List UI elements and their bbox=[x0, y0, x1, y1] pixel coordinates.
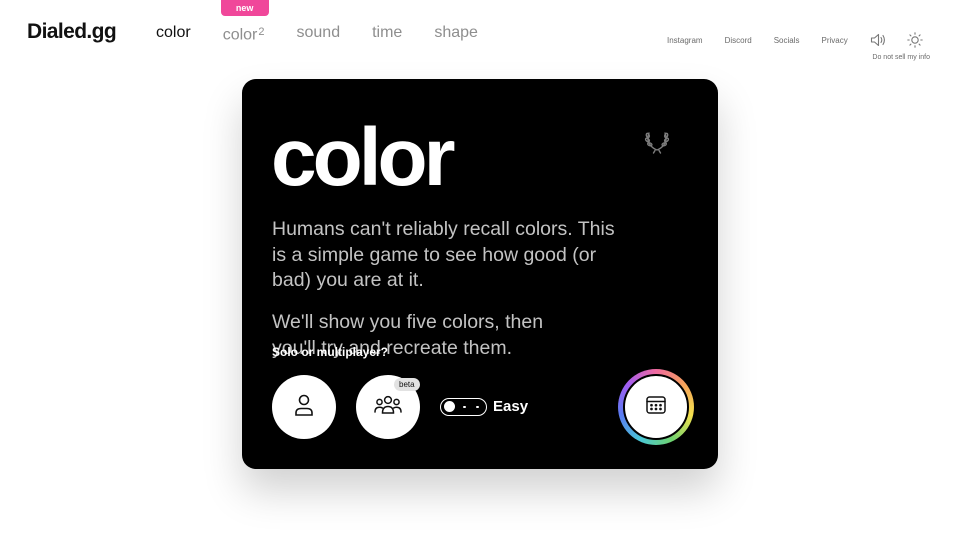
nav-item-color2[interactable]: new color2 bbox=[220, 0, 269, 44]
solo-button[interactable] bbox=[272, 375, 336, 439]
top-links: Instagram Discord Socials Privacy bbox=[667, 31, 924, 49]
daily-challenge-inner bbox=[623, 374, 689, 440]
nav-item-sound[interactable]: sound bbox=[297, 24, 341, 42]
nav-item-time[interactable]: time bbox=[372, 24, 402, 42]
users-group-icon bbox=[373, 393, 403, 422]
game-title: color bbox=[271, 112, 455, 203]
privacy-link[interactable]: Privacy bbox=[822, 36, 848, 45]
game-description: Humans can't reliably recall colors. Thi… bbox=[272, 218, 615, 291]
difficulty-label: Easy bbox=[493, 398, 529, 415]
toggle-step-dot bbox=[476, 405, 479, 408]
instagram-link[interactable]: Instagram bbox=[667, 36, 703, 45]
beta-badge: beta bbox=[394, 378, 420, 391]
nav-item-label: time bbox=[372, 24, 403, 41]
nav-item-superscript: 2 bbox=[258, 26, 265, 38]
mode-label: Solo or multiplayer? bbox=[272, 345, 389, 359]
new-badge: new bbox=[220, 0, 269, 16]
speaker-icon[interactable] bbox=[870, 31, 888, 49]
nav-item-label: sound bbox=[296, 24, 341, 41]
calendar-icon bbox=[644, 393, 668, 422]
difficulty-toggle[interactable] bbox=[440, 398, 487, 416]
daily-challenge-button[interactable] bbox=[618, 369, 694, 445]
laurel-icon[interactable] bbox=[642, 125, 672, 155]
nav-item-label: shape bbox=[434, 24, 478, 41]
main-nav: color new color2 sound time shape bbox=[156, 0, 510, 44]
nav-item-label: color bbox=[222, 26, 258, 44]
toggle-knob bbox=[444, 401, 455, 412]
nav-item-label: color bbox=[156, 24, 191, 41]
site-logo[interactable]: Dialed.gg bbox=[27, 20, 117, 44]
nav-item-color[interactable]: color bbox=[156, 24, 191, 42]
game-card: color Humans can't reliably recall color… bbox=[242, 79, 718, 469]
do-not-sell-link[interactable]: Do not sell my info bbox=[872, 54, 930, 61]
sun-icon[interactable] bbox=[906, 31, 924, 49]
socials-link[interactable]: Socials bbox=[774, 36, 800, 45]
discord-link[interactable]: Discord bbox=[725, 36, 752, 45]
user-icon bbox=[293, 393, 315, 422]
nav-item-shape[interactable]: shape bbox=[434, 24, 478, 42]
toggle-step-dot bbox=[463, 405, 466, 408]
